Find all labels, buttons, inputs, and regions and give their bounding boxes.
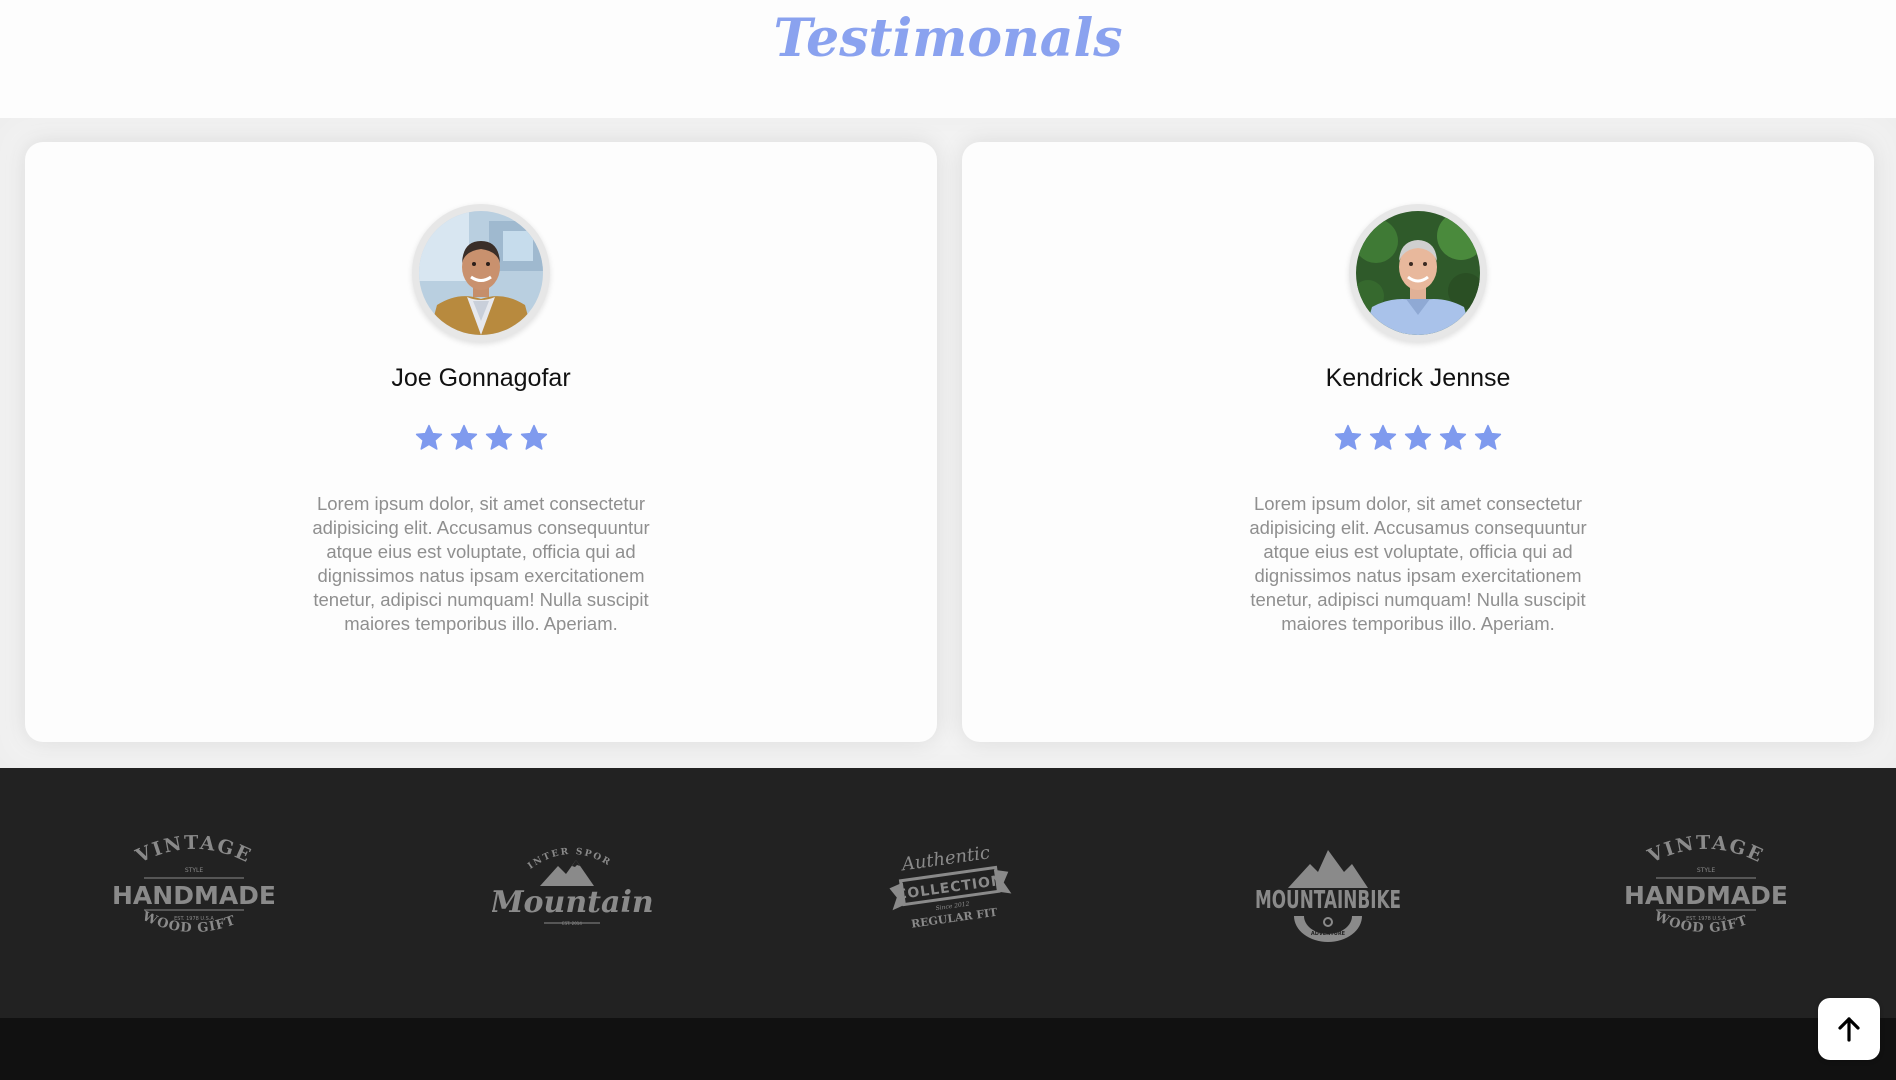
star-icon — [520, 424, 547, 450]
avatar — [1349, 204, 1487, 342]
star-icon — [415, 424, 442, 450]
mountain-logo: WINTER SPORTS Mountain EST. 2014 — [492, 828, 652, 948]
footer — [0, 1018, 1896, 1080]
svg-text:STYLE: STYLE — [1697, 867, 1715, 874]
authentic-collection-logo: Authentic COLLECTION Since 2012 REGULAR … — [870, 828, 1030, 948]
star-icon — [1369, 424, 1397, 450]
brand-logos-strip: VINTAGE STYLE HANDMADE EST. 1978 U.S.A W… — [0, 768, 1896, 1018]
svg-text:HANDMADE: HANDMADE — [1626, 881, 1786, 910]
testimonial-text: Lorem ipsum dolor, sit amet consectetur … — [1249, 493, 1587, 634]
vintage-handmade-logo: VINTAGE STYLE HANDMADE EST. 1978 U.S.A W… — [1626, 828, 1786, 948]
avatar — [412, 204, 550, 342]
star-icon — [1474, 424, 1502, 450]
avatar-photo — [419, 211, 543, 335]
svg-text:VINTAGE: VINTAGE — [1644, 832, 1768, 868]
star-icon — [450, 424, 477, 450]
svg-text:Mountain: Mountain — [492, 885, 652, 920]
svg-text:EST. 2014: EST. 2014 — [562, 921, 582, 926]
svg-text:ADVENTURE: ADVENTURE — [1311, 931, 1346, 937]
vintage-handmade-logo: VINTAGE STYLE HANDMADE EST. 1978 U.S.A W… — [114, 828, 274, 948]
testimonial-name: Joe Gonnagofar — [391, 364, 571, 392]
star-icon — [1439, 424, 1467, 450]
page: Testimonals Joe Gonnagofar Lorem ipsum d… — [0, 0, 1896, 1080]
testimonial-name: Kendrick Jennse — [1325, 364, 1511, 392]
svg-text:VINTAGE: VINTAGE — [132, 832, 256, 868]
mountainbike-logo: MOUNTAINBIKE ADVENTURE — [1248, 828, 1408, 948]
testimonial-card: Joe Gonnagofar Lorem ipsum dolor, sit am… — [25, 142, 937, 742]
section-title: Testimonals — [773, 8, 1123, 69]
star-rating — [25, 424, 937, 452]
testimonial-card: Kendrick Jennse Lorem ipsum dolor, sit a… — [962, 142, 1874, 742]
svg-text:HANDMADE: HANDMADE — [114, 881, 274, 910]
testimonial-text: Lorem ipsum dolor, sit amet consectetur … — [312, 493, 650, 634]
back-to-top-button[interactable] — [1818, 998, 1880, 1060]
star-icon — [485, 424, 512, 450]
arrow-up-icon — [1838, 1017, 1860, 1042]
avatar-photo — [1356, 211, 1480, 335]
star-rating — [962, 424, 1874, 452]
star-icon — [1404, 424, 1432, 450]
star-icon — [1334, 424, 1362, 450]
svg-text:STYLE: STYLE — [185, 867, 203, 874]
svg-text:WINTER SPORTS: WINTER SPORTS — [492, 828, 613, 872]
svg-text:MOUNTAINBIKE: MOUNTAINBIKE — [1255, 885, 1401, 914]
